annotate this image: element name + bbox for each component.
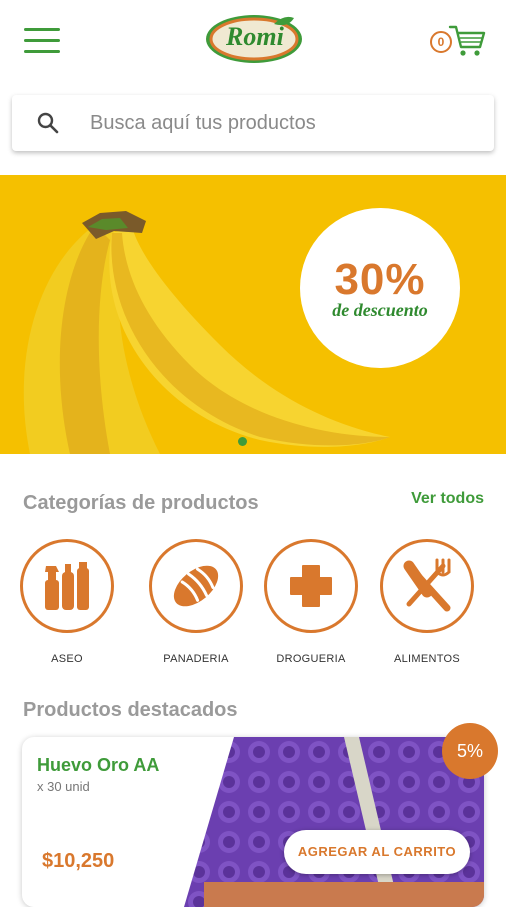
- carousel-indicator-dot[interactable]: [238, 437, 247, 446]
- promo-percentage: 30%: [334, 255, 426, 304]
- fork-knife-icon: [380, 539, 474, 633]
- logo-text: Romi: [226, 22, 284, 51]
- cleaning-products-icon: [20, 539, 114, 633]
- product-card[interactable]: Huevo Oro AA x 30 unid $10,250 AGREGAR A…: [22, 737, 484, 907]
- promo-banner[interactable]: 30% de descuento: [0, 175, 506, 454]
- bread-icon: [149, 539, 243, 633]
- egg-tray-image: [184, 737, 484, 907]
- shopping-cart-icon: [448, 25, 486, 56]
- search-bar: [12, 95, 494, 151]
- see-all-link[interactable]: Ver todos: [390, 490, 484, 508]
- category-drogueria[interactable]: DROGUERIA: [261, 539, 361, 665]
- category-label: ALIMENTOS: [393, 653, 461, 665]
- category-aseo[interactable]: ASEO: [17, 539, 117, 665]
- discount-circle: 30% de descuento: [300, 208, 460, 368]
- featured-title: Productos destacados: [23, 699, 238, 721]
- product-quantity: x 30 unid: [37, 779, 90, 794]
- search-icon: [37, 112, 59, 134]
- categories-title: Categorías de productos: [23, 492, 259, 514]
- hamburger-menu-icon[interactable]: [24, 28, 60, 56]
- category-label: ASEO: [51, 653, 83, 665]
- product-name: Huevo Oro AA: [37, 755, 160, 775]
- discount-badge: 5%: [442, 723, 498, 779]
- search-input[interactable]: [90, 95, 480, 151]
- product-price: $10,250: [42, 850, 115, 872]
- cart-button[interactable]: 0: [430, 22, 488, 62]
- top-app-bar: Romi 0: [0, 0, 506, 86]
- add-to-cart-button[interactable]: AGREGAR AL CARRITO: [284, 830, 470, 874]
- category-alimentos[interactable]: ALIMENTOS: [377, 539, 477, 665]
- promo-text: de descuento: [332, 300, 428, 320]
- romi-logo: Romi: [204, 10, 304, 66]
- category-label: PANADERIA: [163, 653, 229, 665]
- category-label: DROGUERIA: [276, 653, 346, 665]
- category-panaderia[interactable]: PANADERIA: [146, 539, 246, 665]
- plus-cross-icon: [264, 539, 358, 633]
